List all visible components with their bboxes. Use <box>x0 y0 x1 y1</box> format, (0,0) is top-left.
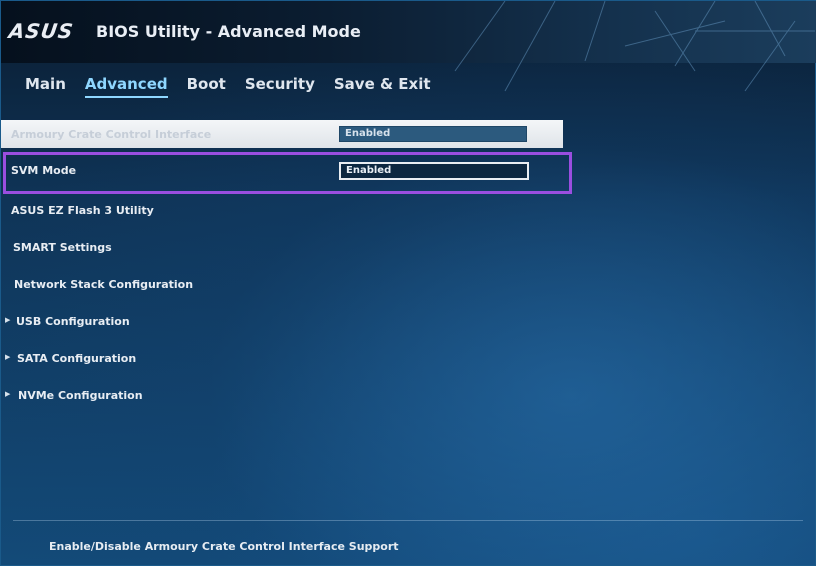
menu-item-label: USB Configuration <box>16 315 130 328</box>
menu-item-ez-flash[interactable]: ASUS EZ Flash 3 Utility <box>1 192 571 229</box>
armoury-crate-value[interactable]: Enabled <box>339 126 527 142</box>
tab-advanced[interactable]: Advanced <box>84 75 168 98</box>
bios-screen: ASUS BIOS Utility - Advanced Mode Main A… <box>0 0 816 566</box>
menu-item-network-stack[interactable]: Network Stack Configuration <box>1 266 571 303</box>
tab-bar: Main Advanced Boot Security Save & Exit <box>25 75 450 98</box>
menu-item-nvme-config[interactable]: ▶ NVMe Configuration <box>1 377 571 414</box>
svm-mode-row[interactable]: SVM Mode Enabled <box>1 152 571 192</box>
menu-item-label: NVMe Configuration <box>18 389 143 402</box>
app-title: BIOS Utility - Advanced Mode <box>96 22 361 41</box>
tab-boot[interactable]: Boot <box>187 75 226 98</box>
menu-item-label: SMART Settings <box>13 241 112 254</box>
asus-logo: ASUS <box>7 19 76 43</box>
help-divider <box>13 520 803 521</box>
svm-mode-value[interactable]: Enabled <box>339 162 529 180</box>
menu-item-smart-settings[interactable]: SMART Settings <box>1 229 571 266</box>
menu-item-label: SATA Configuration <box>17 352 137 365</box>
menu-item-label: Network Stack Configuration <box>14 278 194 291</box>
submenu-arrow-icon: ▶ <box>5 316 11 324</box>
help-text: Enable/Disable Armoury Crate Control Int… <box>49 540 399 553</box>
menu-item-usb-config[interactable]: ▶ USB Configuration <box>1 303 571 340</box>
menu-item-label: ASUS EZ Flash 3 Utility <box>11 204 154 217</box>
submenu-arrow-icon: ▶ <box>5 390 11 398</box>
menu-item-sata-config[interactable]: ▶ SATA Configuration <box>1 340 571 377</box>
advanced-menu: Armoury Crate Control Interface Enabled … <box>1 120 571 414</box>
armoury-crate-label: Armoury Crate Control Interface <box>11 128 212 141</box>
tab-security[interactable]: Security <box>245 75 315 98</box>
tab-main[interactable]: Main <box>25 75 66 98</box>
submenu-arrow-icon: ▶ <box>5 353 11 361</box>
armoury-crate-row[interactable]: Armoury Crate Control Interface Enabled <box>1 120 563 148</box>
tab-save-exit[interactable]: Save & Exit <box>334 75 431 98</box>
svm-mode-label: SVM Mode <box>11 164 77 177</box>
